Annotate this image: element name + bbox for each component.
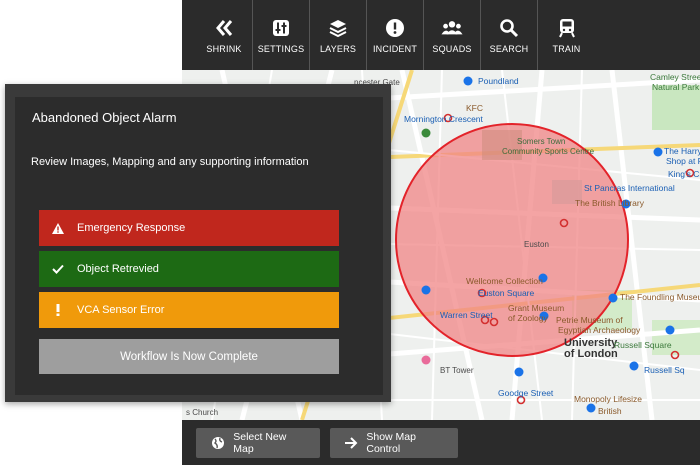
train-label: TRAIN	[552, 43, 581, 54]
object-retrieved-label: Object Retrevied	[77, 263, 159, 275]
emergency-response-label: Emergency Response	[77, 222, 186, 234]
map-label-euston: Euston	[524, 240, 549, 249]
map-label-russell-sq: Russell Sq	[644, 365, 685, 375]
shrink-label: SHRINK	[206, 43, 242, 54]
alarm-title: Abandoned Object Alarm	[32, 110, 177, 125]
object-retrieved-button[interactable]: Object Retrevied	[39, 251, 339, 287]
map-label-poundland: Poundland	[478, 76, 519, 86]
alarm-panel: Abandoned Object Alarm Review Images, Ma…	[5, 84, 391, 402]
emergency-response-button[interactable]: Emergency Response	[39, 210, 339, 246]
map-label-of-london: of London	[564, 348, 618, 360]
alert-circle-icon	[384, 17, 406, 39]
select-new-map-label: Select New Map	[233, 430, 287, 455]
squads-button[interactable]: SQUADS	[424, 0, 481, 70]
squads-label: SQUADS	[432, 43, 472, 54]
layers-button[interactable]: LAYERS	[310, 0, 367, 70]
workflow-complete-label: Workflow Is Now Complete	[120, 350, 258, 363]
search-label: SEARCH	[489, 43, 529, 54]
map-label-camley: Camley Street	[650, 72, 700, 82]
map-label-st-pancras: St Pancras International	[584, 183, 675, 193]
map-label-monopoly: Monopoly Lifesize	[574, 394, 643, 404]
map-label-warren-street: Warren Street	[440, 310, 493, 320]
map-label-bt-tower: BT Tower	[440, 366, 474, 375]
map-label-wellcome: Wellcome Collection	[466, 276, 543, 286]
arrow-right-icon	[344, 435, 358, 451]
map-label-egyptian: Egyptian Archaeology	[558, 325, 641, 335]
select-new-map-button[interactable]: Select New Map	[196, 427, 320, 458]
vca-sensor-error-button[interactable]: VCA Sensor Error	[39, 292, 339, 328]
map-label-foundling: The Foundling Museum	[620, 292, 700, 302]
people-icon	[441, 17, 463, 39]
map-label-somers-town: Somers Town	[517, 137, 566, 146]
incident-button[interactable]: INCIDENT	[367, 0, 424, 70]
warning-icon	[51, 222, 65, 234]
map-label-of-zoology: of Zoology	[508, 313, 548, 323]
search-button[interactable]: SEARCH	[481, 0, 538, 70]
incident-label: INCIDENT	[372, 43, 418, 54]
alarm-description: Review Images, Mapping and any supportin…	[31, 156, 309, 168]
sliders-icon	[270, 17, 292, 39]
top-toolbar: SHRINK SETTINGS LAYERS INCIDENT SQUADS S…	[182, 0, 700, 70]
map-label-british: British	[598, 406, 622, 416]
map-label-euston-square: Euston Square	[478, 288, 535, 298]
map-label-community: Community Sports Centre	[502, 147, 595, 156]
bottom-bar: Select New Map Show Map Control	[182, 420, 700, 465]
map-label-grant-museum: Grant Museum	[508, 303, 565, 313]
workflow-complete-button[interactable]: Workflow Is Now Complete	[39, 339, 339, 374]
settings-button[interactable]: SETTINGS	[253, 0, 310, 70]
settings-label: SETTINGS	[257, 43, 305, 54]
map-label-shop: Shop at Plat	[666, 156, 700, 166]
map-label-russell-square: Russell Square	[614, 340, 672, 350]
layers-label: LAYERS	[319, 43, 357, 54]
train-icon	[556, 17, 578, 39]
map-label-natural-park: Natural Park	[652, 82, 700, 92]
map-label-british-library: The British Library	[575, 198, 644, 208]
alarm-panel-body: Review Images, Mapping and any supportin…	[15, 135, 383, 395]
map-label-kfc: KFC	[466, 103, 483, 113]
map-label-harry-potter: The Harry Potter	[664, 146, 700, 156]
shrink-button[interactable]: SHRINK	[196, 0, 253, 70]
show-map-control-label: Show Map Control	[366, 430, 416, 455]
show-map-control-button[interactable]: Show Map Control	[330, 427, 458, 458]
map-label-petrie: Petrie Museum of	[556, 315, 623, 325]
map-label-goodge: Goodge Street	[498, 388, 554, 398]
layers-icon	[327, 17, 349, 39]
check-icon	[51, 264, 65, 274]
alarm-panel-header: Abandoned Object Alarm	[15, 97, 383, 135]
train-button[interactable]: TRAIN	[538, 0, 595, 70]
double-chevron-left-icon	[213, 17, 235, 39]
search-icon	[498, 17, 520, 39]
vca-sensor-error-label: VCA Sensor Error	[77, 304, 165, 316]
map-label-church: s Church	[186, 408, 219, 417]
map-label-mornington: Mornington Crescent	[404, 114, 483, 124]
globe-icon	[210, 435, 225, 451]
map-label-kings-cross: King's Cro	[668, 169, 700, 179]
exclamation-icon	[51, 304, 65, 316]
